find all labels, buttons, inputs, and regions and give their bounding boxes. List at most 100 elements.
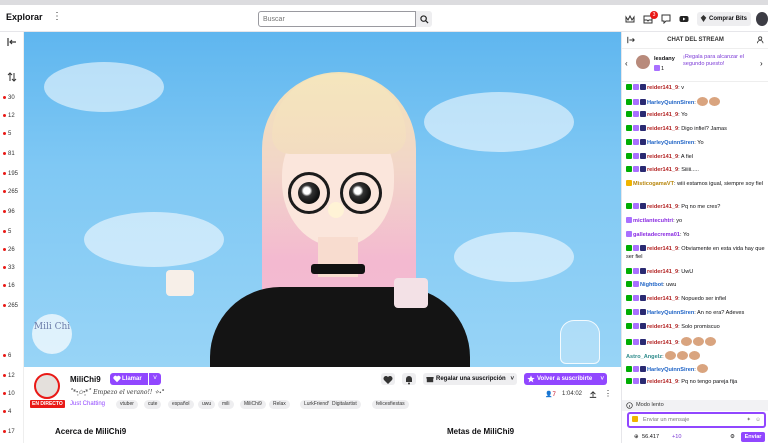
chevron-right-icon[interactable]: › <box>760 59 763 68</box>
chat-badge-icon <box>640 268 646 274</box>
chat-username[interactable]: reider141_9 <box>647 167 678 173</box>
user-avatar[interactable] <box>756 12 768 26</box>
left-rail: 30 12 5 81 195 265 96 5 26 33 16 265 6 12 10 4 17 <box>0 32 24 443</box>
followed-channel-count[interactable]: 265 <box>2 300 24 312</box>
chat-username[interactable]: Astro_Angelz <box>626 354 662 360</box>
chat-username[interactable]: reider141_9 <box>647 112 678 118</box>
tag[interactable]: español <box>168 400 194 409</box>
buy-bits-button[interactable]: Comprar Bits <box>697 12 751 26</box>
chat-username[interactable]: reider141_9 <box>647 324 678 330</box>
chat-username[interactable]: reider141_9 <box>647 340 678 346</box>
chat-username[interactable]: HarleyQuinnSiren <box>647 140 694 146</box>
followed-channel-count[interactable]: 5 <box>2 128 24 140</box>
followed-channel-count[interactable]: 195 <box>2 168 24 180</box>
followed-channel-count[interactable]: 12 <box>2 370 24 382</box>
search-input[interactable] <box>258 11 416 27</box>
bell-button[interactable] <box>402 373 416 385</box>
youtube-icon[interactable] <box>679 14 689 24</box>
channel-name[interactable]: MiliChi9 <box>70 375 101 384</box>
chat-username[interactable]: mictlantecuhtri <box>633 218 673 224</box>
video-player[interactable]: Mili Chi <box>24 32 621 367</box>
chat-message: reider141_9: v <box>626 84 766 92</box>
chat-username[interactable]: Nightbot <box>640 282 663 288</box>
tag[interactable]: Relax <box>269 400 290 409</box>
followed-channel-count[interactable]: 26 <box>2 244 24 256</box>
bits-icon[interactable]: ✦ <box>746 414 751 426</box>
chat-text: : <box>694 100 696 106</box>
followed-channel-count[interactable]: 16 <box>2 280 24 292</box>
chat-username[interactable]: galletadecrema01 <box>633 232 680 238</box>
followed-channel-count[interactable]: 81 <box>2 148 24 160</box>
chat-username[interactable]: HarleyQuinnSiren <box>647 367 694 373</box>
collapse-chat-icon[interactable] <box>627 36 635 44</box>
chat-username[interactable]: reider141_9 <box>647 154 678 160</box>
emote-picker-icon[interactable]: ☺ <box>755 414 761 426</box>
followed-channel-count[interactable]: 33 <box>2 262 24 274</box>
chat-username[interactable]: reider141_9 <box>647 204 678 210</box>
chevron-down-icon[interactable]: ˅ <box>149 373 161 385</box>
more-menu-icon[interactable]: ⋮ <box>52 11 62 23</box>
chat-username[interactable]: reider141_9 <box>647 269 678 275</box>
settings-icon[interactable]: ⚙ <box>730 432 735 443</box>
sort-icon[interactable] <box>7 72 17 82</box>
tag[interactable]: Digitalartist <box>328 400 361 409</box>
followed-channel-count[interactable]: 10 <box>2 388 24 400</box>
buy-bits-label: Comprar Bits <box>709 16 748 22</box>
followed-channel-count[interactable]: 17 <box>2 426 24 438</box>
whispers-icon[interactable] <box>661 14 671 24</box>
chat-badge-icon <box>626 378 632 384</box>
chat-text: : Nopuedo ser infiel <box>678 296 727 302</box>
followed-channel-count[interactable]: 6 <box>2 350 24 362</box>
tag[interactable]: uwu <box>198 400 216 409</box>
tag[interactable]: cute <box>144 400 162 409</box>
follow-button[interactable]: Llamar <box>110 373 148 385</box>
chat-username[interactable]: MisticogamaVT <box>633 181 674 187</box>
resubscribe-button[interactable]: Volver a suscribirte ˅ <box>524 373 607 385</box>
tip-jar <box>560 320 600 364</box>
chat-badge-icon <box>640 84 646 90</box>
send-button[interactable]: Enviar <box>741 432 765 442</box>
more-options-icon[interactable]: ⋮ <box>604 389 612 398</box>
search-button[interactable] <box>416 11 432 27</box>
followed-channel-count[interactable]: 12 <box>2 110 24 122</box>
explore-link[interactable]: Explorar <box>6 12 43 22</box>
followed-channel-count[interactable]: 96 <box>2 206 24 218</box>
heart-button[interactable] <box>381 373 395 385</box>
chat-username[interactable]: HarleyQuinnSiren <box>647 100 694 106</box>
chat-text: : wiii estamos igual, siempre soy fiel <box>674 181 763 187</box>
chat-username[interactable]: HarleyQuinnSiren <box>647 310 694 316</box>
chat-username[interactable]: reider141_9 <box>647 379 678 385</box>
followed-channel-count[interactable]: 4 <box>2 406 24 418</box>
chat-username[interactable]: reider141_9 <box>647 296 678 302</box>
chat-username[interactable]: reider141_9 <box>647 126 678 132</box>
chat-username[interactable]: reider141_9 <box>647 246 678 252</box>
chat-badge-icon <box>633 268 639 274</box>
slow-mode-banner: Modo lento <box>622 400 768 411</box>
gift-sub-button[interactable]: Regalar una suscripción ˅ <box>423 373 517 385</box>
channel-points-icon[interactable]: ⊕ <box>634 432 639 443</box>
cloud <box>424 92 574 152</box>
goals-title: Metas de MiliChi9 <box>447 427 515 436</box>
tag[interactable]: mili <box>218 400 234 409</box>
tag[interactable]: felicesfiestas <box>372 400 409 409</box>
glasses-left <box>288 172 330 214</box>
crown-icon[interactable] <box>625 14 635 24</box>
chevron-left-icon[interactable]: ‹ <box>625 59 628 68</box>
chat-input[interactable]: Enviar un mensaje ✦ ☺ <box>627 412 766 428</box>
category-link[interactable]: Just Chatting <box>70 401 105 407</box>
channel-avatar[interactable] <box>34 373 60 399</box>
chat-username[interactable]: reider141_9 <box>647 85 678 91</box>
followed-channel-count[interactable]: 265 <box>2 186 24 198</box>
collapse-arrow-icon[interactable] <box>7 37 17 47</box>
followed-channel-count[interactable]: 5 <box>2 226 24 238</box>
points-bonus[interactable]: +10 <box>672 432 682 443</box>
chat-badge-icon <box>626 295 632 301</box>
share-icon[interactable] <box>589 391 597 399</box>
chat-badge-icon <box>640 99 646 105</box>
tag[interactable]: MiliChi9 <box>240 400 266 409</box>
chat-badge-icon <box>633 323 639 329</box>
users-icon[interactable] <box>757 36 765 44</box>
tag[interactable]: vtuber <box>116 400 138 409</box>
followed-channel-count[interactable]: 30 <box>2 92 24 104</box>
emote-icon <box>708 97 720 106</box>
